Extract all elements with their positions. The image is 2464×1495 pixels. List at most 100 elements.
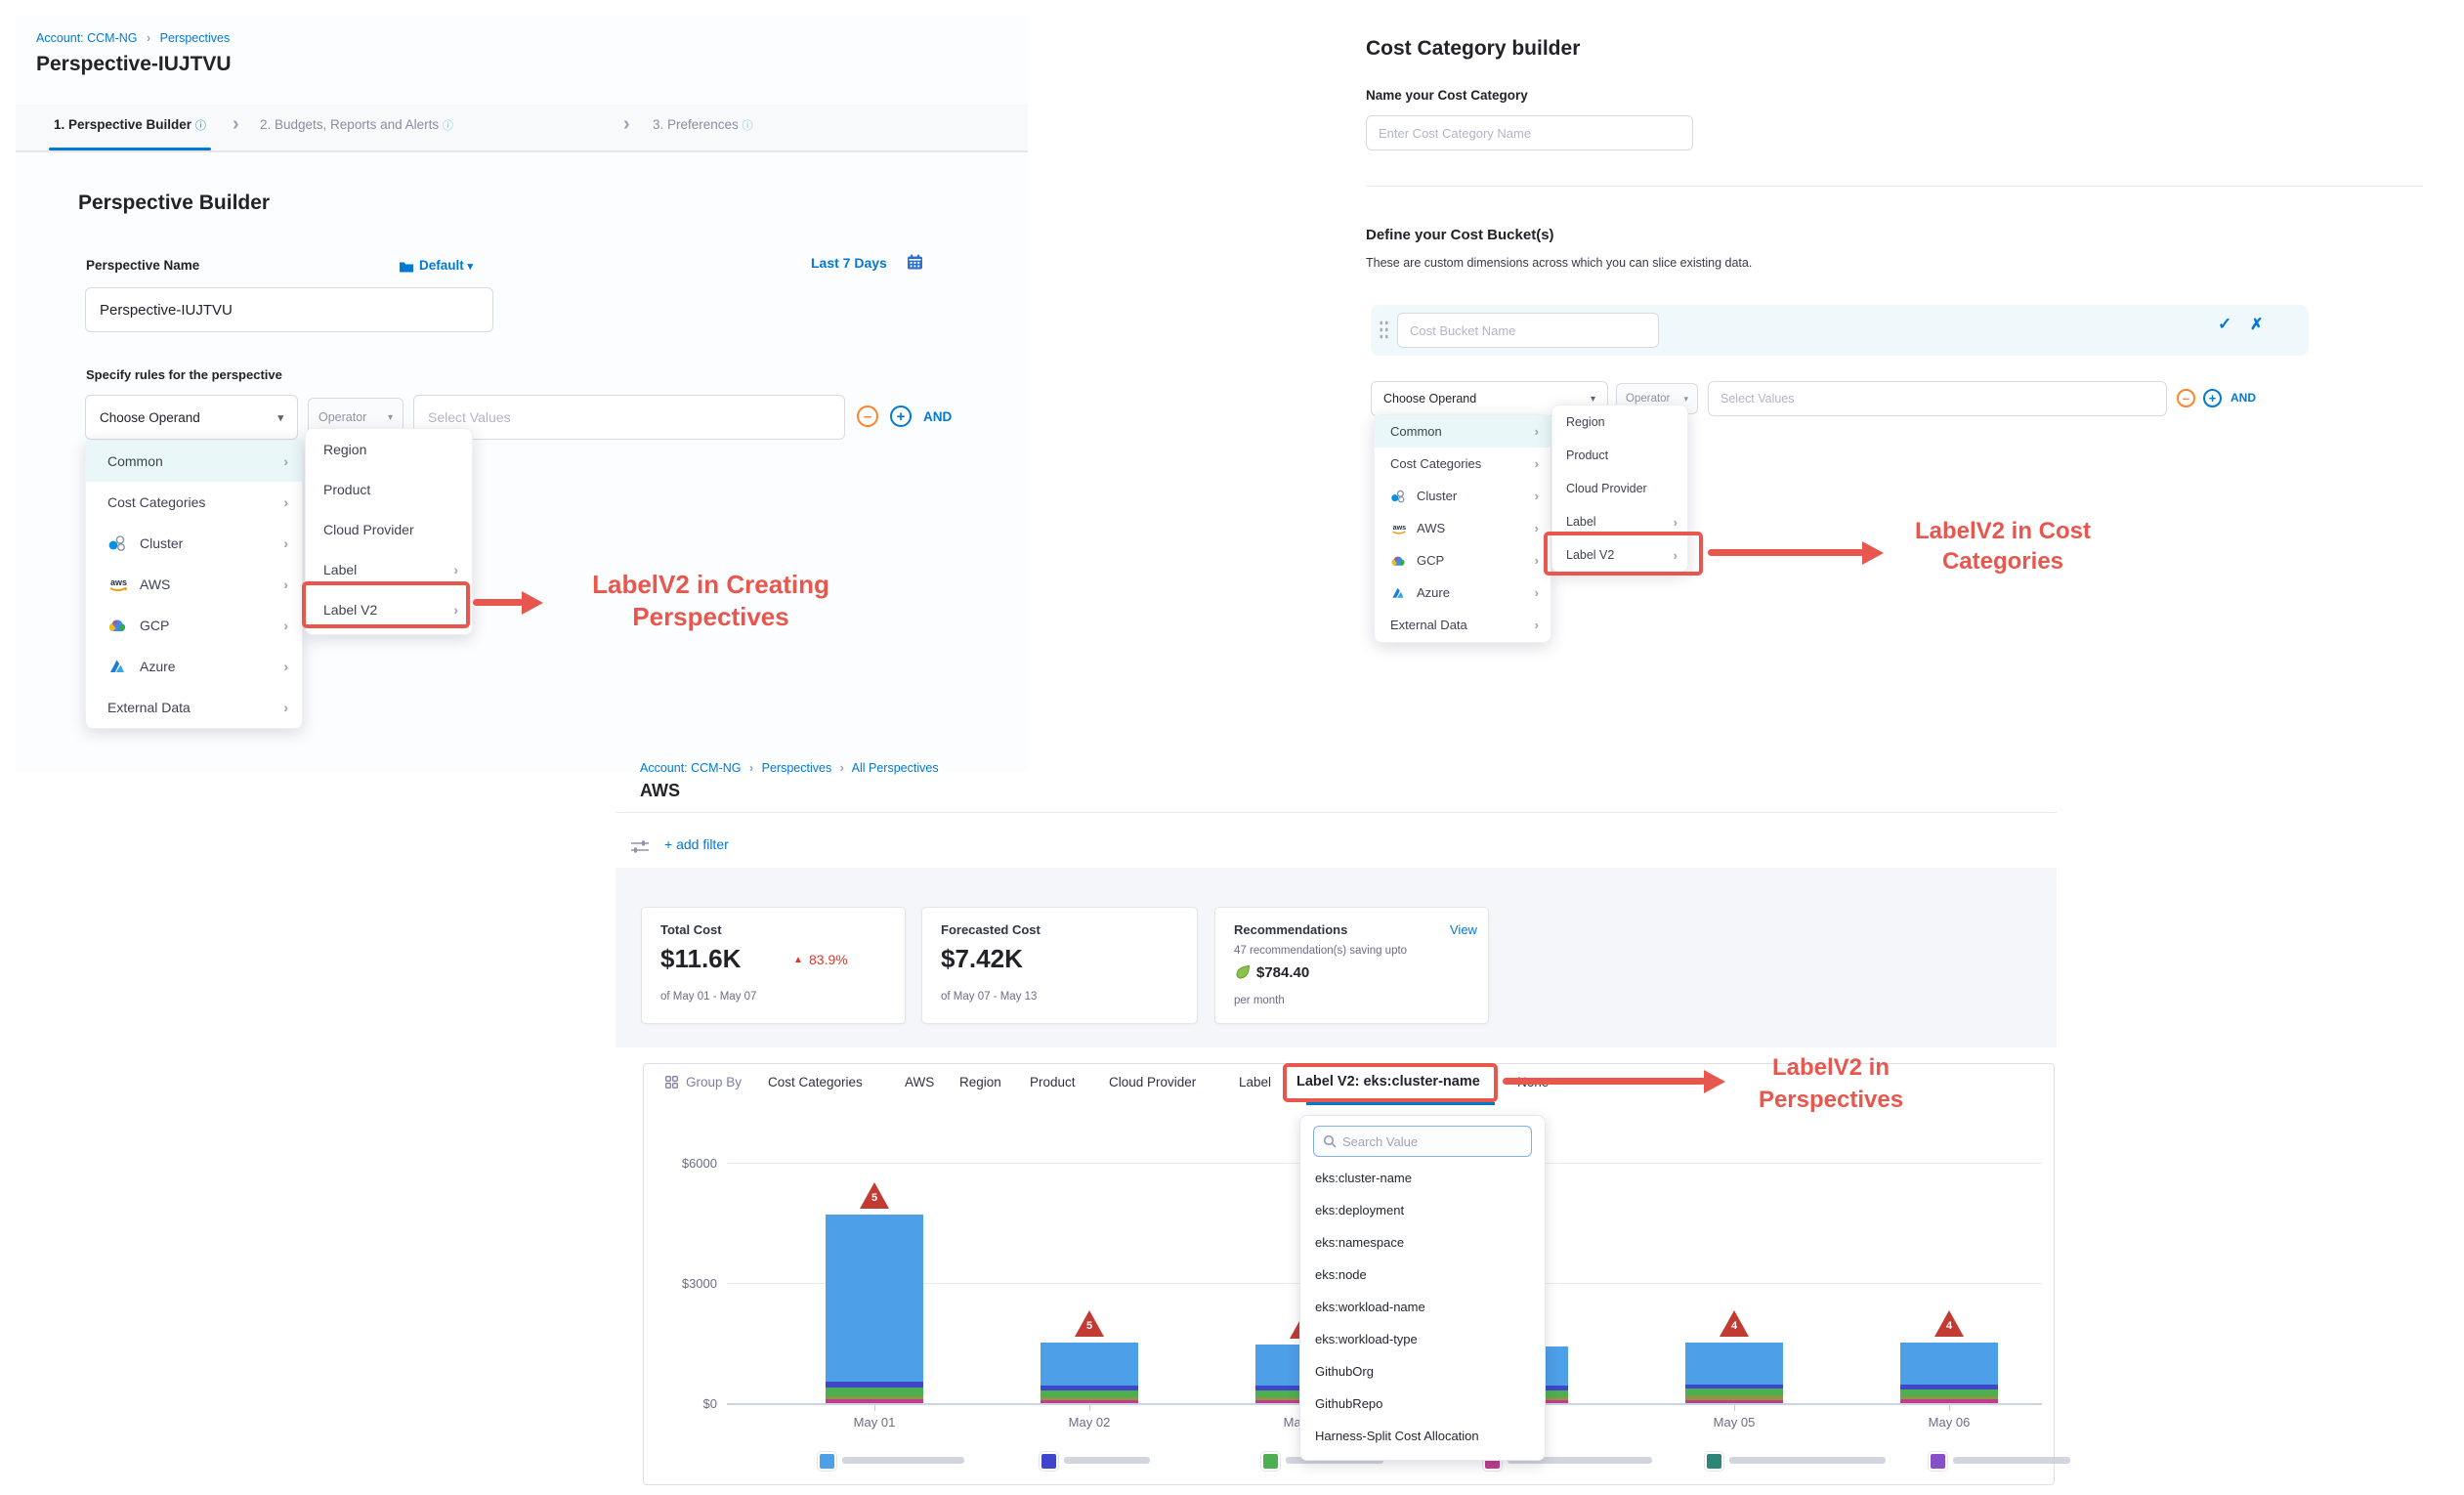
- breadcrumb-separator-icon: ›: [749, 761, 753, 775]
- submenu-item-cloud-provider[interactable]: Cloud Provider: [306, 509, 472, 549]
- add-filter-button[interactable]: + add filter: [664, 836, 729, 852]
- annotation-arrow: [473, 599, 524, 606]
- menu-item-azure[interactable]: Azure›: [1375, 577, 1551, 609]
- legend-swatch[interactable]: [1929, 1452, 1947, 1471]
- group-by-product[interactable]: Product: [1030, 1075, 1076, 1089]
- search-placeholder: Search Value: [1342, 1134, 1418, 1149]
- tab-budgets-reports[interactable]: 2. Budgets, Reports and Alerts ⓘ: [260, 117, 453, 133]
- bar-may-02[interactable]: [1041, 1343, 1138, 1403]
- anomaly-badge[interactable]: 4: [1934, 1310, 1964, 1337]
- perspective-name-input[interactable]: [85, 287, 493, 332]
- add-condition-button-cc[interactable]: +: [2203, 389, 2222, 407]
- cost-category-name-input[interactable]: [1366, 115, 1693, 150]
- menu-item-external-data[interactable]: External Data›: [1375, 609, 1551, 641]
- dropdown-item-githubrepo[interactable]: GithubRepo: [1315, 1396, 1382, 1411]
- x-tick: [1949, 1405, 1950, 1411]
- view-recommendations-link[interactable]: View: [1450, 922, 1477, 937]
- date-range-picker[interactable]: Last 7 Days: [811, 255, 887, 271]
- menu-item-cost-categories[interactable]: Cost Categories›: [1375, 448, 1551, 480]
- anomaly-badge[interactable]: 5: [1075, 1310, 1104, 1337]
- dropdown-item-eks-namespace[interactable]: eks:namespace: [1315, 1235, 1404, 1250]
- dropdown-item-eks-deployment[interactable]: eks:deployment: [1315, 1203, 1404, 1217]
- dropdown-item-githuborg[interactable]: GithubOrg: [1315, 1364, 1374, 1379]
- menu-item-azure[interactable]: Azure›: [86, 646, 302, 687]
- dropdown-item-eks-cluster-name[interactable]: eks:cluster-name: [1315, 1171, 1412, 1185]
- dropdown-item-harness-split-cost-allocation[interactable]: Harness-Split Cost Allocation: [1315, 1429, 1479, 1443]
- select-values-input[interactable]: [413, 395, 845, 440]
- menu-item-common[interactable]: Common›: [86, 441, 302, 482]
- caret-down-icon: ▾: [277, 411, 283, 424]
- bar-may-01[interactable]: [826, 1215, 923, 1403]
- remove-rule-button-cc[interactable]: –: [2177, 389, 2195, 407]
- cost-bucket-name-input[interactable]: [1397, 313, 1659, 348]
- legend-swatch[interactable]: [1040, 1452, 1058, 1471]
- breadcrumb-account-link[interactable]: Account: CCM-NG: [36, 31, 138, 45]
- aws-icon: aws: [1390, 521, 1417, 536]
- x-tick: [874, 1405, 875, 1411]
- legend-label-truncated: [842, 1457, 964, 1464]
- menu-item-aws[interactable]: aws AWS›: [86, 564, 302, 605]
- label-v2-highlight-box: [302, 581, 470, 628]
- breadcrumb-account-link[interactable]: Account: CCM-NG: [640, 761, 742, 775]
- breadcrumb-perspectives-link[interactable]: Perspectives: [160, 31, 231, 45]
- anomaly-badge[interactable]: 5: [860, 1182, 889, 1209]
- menu-item-cluster[interactable]: Cluster›: [86, 523, 302, 564]
- bar-may-06[interactable]: [1900, 1343, 1998, 1403]
- x-axis-label: May 06: [1915, 1415, 1983, 1430]
- search-value-box[interactable]: Search Value: [1313, 1126, 1532, 1157]
- legend-swatch[interactable]: [1705, 1452, 1723, 1471]
- chevron-right-icon: ›: [1535, 489, 1539, 503]
- select-values-input-cc[interactable]: [1708, 381, 2167, 416]
- folder-selector[interactable]: Default ▾: [419, 258, 473, 273]
- group-by-label: Group By: [686, 1075, 742, 1089]
- section-divider: [1366, 186, 2423, 187]
- group-by-cost-categories[interactable]: Cost Categories: [768, 1075, 863, 1089]
- total-cost-period: of May 01 - May 07: [660, 991, 756, 1003]
- tab-perspective-builder[interactable]: 1. Perspective Builder ⓘ: [54, 117, 206, 133]
- menu-item-common[interactable]: Common›: [1375, 415, 1551, 448]
- menu-item-external-data[interactable]: External Data›: [86, 687, 302, 728]
- menu-item-cluster[interactable]: Cluster›: [1375, 480, 1551, 512]
- menu-item-cost-categories[interactable]: Cost Categories›: [86, 482, 302, 523]
- breadcrumb-perspectives-link[interactable]: Perspectives: [762, 761, 832, 775]
- group-by-region[interactable]: Region: [959, 1075, 1001, 1089]
- legend-swatch[interactable]: [818, 1452, 836, 1471]
- tab-preferences[interactable]: 3. Preferences ⓘ: [653, 117, 753, 133]
- chevron-right-icon: ›: [283, 618, 288, 633]
- filter-icon[interactable]: [630, 838, 650, 860]
- legend-swatch[interactable]: [1261, 1452, 1280, 1471]
- submenu-item-product[interactable]: Product: [1552, 439, 1687, 472]
- dropdown-item-eks-workload-name[interactable]: eks:workload-name: [1315, 1300, 1425, 1314]
- submenu-item-region[interactable]: Region: [306, 429, 472, 469]
- group-by-label-item[interactable]: Label: [1239, 1075, 1271, 1089]
- menu-item-aws[interactable]: aws AWS›: [1375, 512, 1551, 544]
- submenu-item-product[interactable]: Product: [306, 469, 472, 509]
- breadcrumb-all-perspectives-link[interactable]: All Perspectives: [852, 761, 939, 775]
- bar-may-05[interactable]: [1685, 1343, 1783, 1403]
- add-condition-button[interactable]: +: [890, 406, 912, 427]
- dropdown-item-eks-node[interactable]: eks:node: [1315, 1267, 1367, 1282]
- dropdown-item-eks-workload-type[interactable]: eks:workload-type: [1315, 1332, 1418, 1346]
- anomaly-badge[interactable]: 4: [1720, 1310, 1749, 1337]
- and-operator-button-cc[interactable]: AND: [2230, 391, 2256, 405]
- submenu-item-region[interactable]: Region: [1552, 406, 1687, 439]
- confirm-bucket-button[interactable]: ✓: [2218, 315, 2231, 334]
- group-by-cloud-provider[interactable]: Cloud Provider: [1109, 1075, 1196, 1089]
- forecasted-cost-label: Forecasted Cost: [941, 922, 1041, 937]
- choose-operand-button[interactable]: Choose Operand ▾: [85, 395, 298, 440]
- chevron-right-icon: ›: [283, 577, 288, 592]
- cancel-bucket-button[interactable]: ✗: [2250, 315, 2263, 334]
- annotation-text: LabelV2 in Creating Perspectives: [532, 569, 889, 633]
- info-icon: ⓘ: [743, 120, 753, 132]
- forecasted-cost-value: $7.42K: [941, 944, 1023, 974]
- menu-item-gcp[interactable]: GCP›: [1375, 544, 1551, 577]
- annotation-arrowhead: [1862, 541, 1884, 565]
- annotation-text: LabelV2 in Perspectives: [1747, 1051, 1915, 1116]
- remove-rule-button[interactable]: –: [857, 406, 878, 427]
- calendar-icon[interactable]: [907, 254, 923, 276]
- drag-handle-icon[interactable]: [1379, 320, 1389, 340]
- group-by-aws[interactable]: AWS: [905, 1075, 934, 1089]
- submenu-item-cloud-provider[interactable]: Cloud Provider: [1552, 472, 1687, 505]
- and-operator-button[interactable]: AND: [923, 409, 952, 424]
- menu-item-gcp[interactable]: GCP›: [86, 605, 302, 646]
